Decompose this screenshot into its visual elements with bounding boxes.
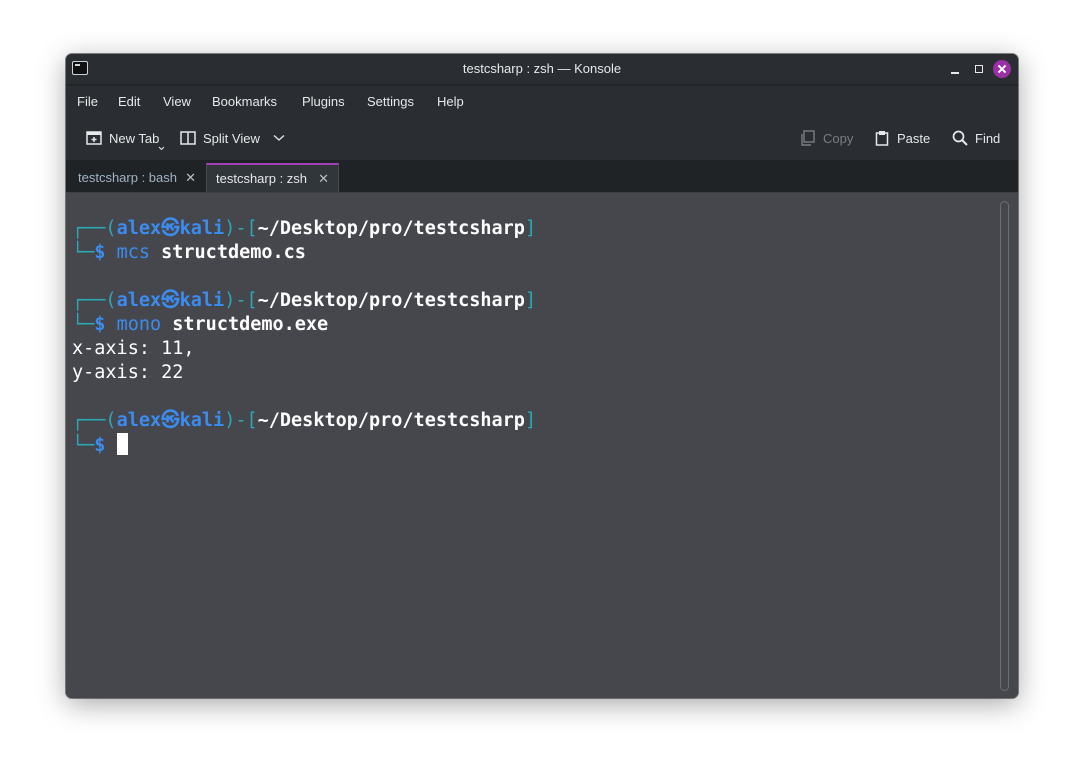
menu-settings[interactable]: Settings [367,94,414,109]
paste-button[interactable]: Paste [874,128,930,148]
close-tab-icon[interactable]: ✕ [318,171,329,187]
konsole-window: testcsharp : zsh — Konsole File Edit Vie… [66,54,1018,698]
text-cursor [116,433,128,455]
menu-bar: File Edit View Bookmarks Plugins Setting… [66,86,1018,116]
menu-bookmarks[interactable]: Bookmarks [212,94,277,109]
close-tab-icon[interactable]: ✕ [185,170,196,186]
paste-icon [875,131,889,146]
split-view-label: Split View [203,130,260,146]
copy-label: Copy [823,130,854,146]
find-button[interactable]: Find [952,128,1000,148]
paste-label: Paste [897,130,931,146]
tab-label: testcsharp : zsh [216,171,308,186]
toolbar: New Tab Split View Copy Paste Find [66,116,1018,160]
window-title: testcsharp : zsh — Konsole [462,61,622,76]
prompt-line: ┌──(alex㉿kali)-[~/Desktop/pro/testcsharp… [72,290,537,311]
menu-view[interactable]: View [163,94,191,109]
prompt-line: ┌──(alex㉿kali)-[~/Desktop/pro/testcsharp… [72,218,537,239]
minimize-icon[interactable] [946,60,964,78]
menu-plugins[interactable]: Plugins [302,94,345,109]
tab-bar: testcsharp : bash ✕ testcsharp : zsh ✕ [66,160,1018,193]
title-bar: testcsharp : zsh — Konsole [66,54,1018,84]
tab-bash[interactable]: testcsharp : bash ✕ [69,163,205,192]
split-view-icon [180,131,196,145]
chevron-down-small-icon [158,146,165,151]
terminal-area[interactable]: ┌──(alex㉿kali)-[~/Desktop/pro/testcsharp… [66,193,1018,698]
scrollbar[interactable] [1000,201,1009,691]
command-line: └─$ [72,433,128,457]
chevron-down-icon [273,135,285,141]
tab-label: testcsharp : bash [78,170,177,185]
tab-zsh[interactable]: testcsharp : zsh ✕ [206,163,339,192]
new-tab-label: New Tab [109,130,160,146]
menu-help[interactable]: Help [437,94,464,109]
menu-file[interactable]: File [77,94,98,109]
find-label: Find [975,130,1001,146]
menu-edit[interactable]: Edit [118,94,140,109]
copy-icon [801,130,815,146]
maximize-icon[interactable] [970,60,988,78]
new-tab-icon [86,131,102,145]
close-window-icon[interactable] [993,60,1011,78]
split-view-button[interactable]: Split View [180,128,285,148]
copy-button[interactable]: Copy [800,128,853,148]
command-line: └─$ mcs structdemo.cs [72,242,306,263]
output-line: y-axis: 22 [72,362,184,383]
output-line: x-axis: 11, [72,338,195,359]
new-tab-button[interactable]: New Tab [86,128,165,151]
prompt-line: ┌──(alex㉿kali)-[~/Desktop/pro/testcsharp… [72,410,537,431]
command-line: └─$ mono structdemo.exe [72,314,329,335]
search-icon [952,130,968,146]
